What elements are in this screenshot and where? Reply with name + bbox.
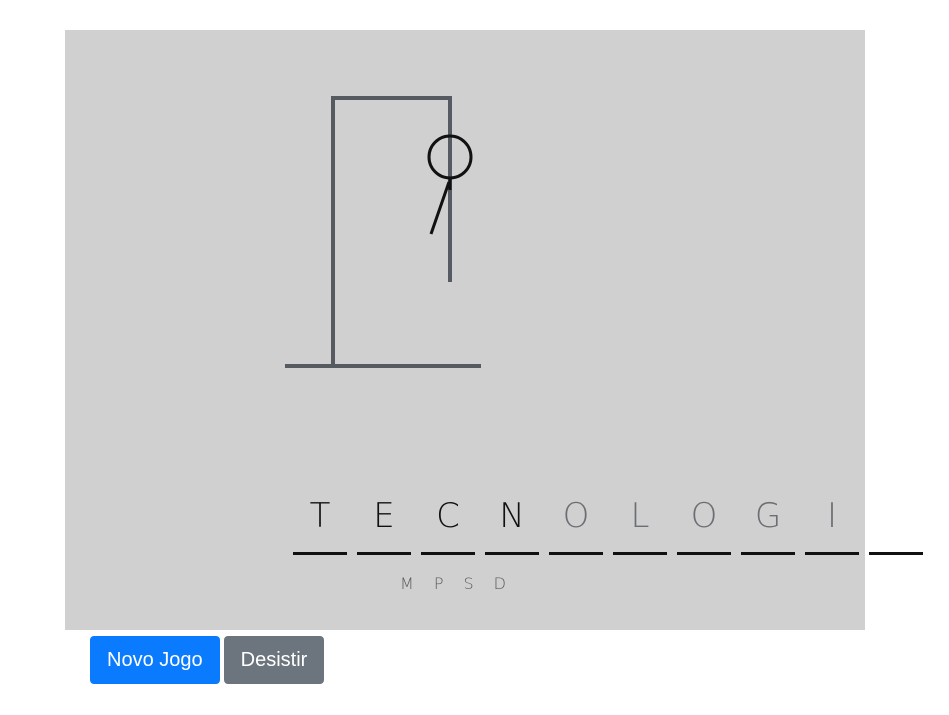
letter-underline	[613, 552, 667, 555]
letter-underline	[805, 552, 859, 555]
hangman-left-arm	[429, 181, 451, 235]
letter: C	[436, 496, 460, 536]
letter-slot: N	[485, 496, 539, 556]
letter: G	[754, 496, 782, 536]
letter-slot: C	[421, 496, 475, 556]
letter: T	[309, 496, 331, 536]
letter: L	[630, 496, 650, 536]
give-up-button[interactable]: Desistir	[223, 636, 325, 684]
letter-underline	[421, 552, 475, 555]
letter-slot: E	[357, 496, 411, 556]
letter-slot: G	[741, 496, 795, 556]
letter-slot	[869, 496, 923, 556]
game-board: TECNOLOGI MPSD	[65, 30, 923, 630]
wrong-letter: S	[463, 574, 474, 593]
word-display: TECNOLOGI	[293, 496, 933, 556]
wrong-letter: M	[400, 574, 414, 593]
letter-underline	[549, 552, 603, 555]
wrong-letter: D	[493, 574, 506, 593]
letter-underline	[869, 552, 923, 555]
letter-slot: O	[549, 496, 603, 556]
letter-underline	[357, 552, 411, 555]
letter-underline	[677, 552, 731, 555]
letter: N	[499, 496, 525, 536]
letter: E	[373, 496, 395, 536]
letter: O	[562, 496, 590, 536]
wrong-letter: P	[433, 574, 444, 593]
letter-underline	[741, 552, 795, 555]
button-bar: Novo Jogo Desistir	[90, 636, 325, 684]
letter-slot: O	[677, 496, 731, 556]
new-game-button[interactable]: Novo Jogo	[90, 636, 220, 684]
letter-slot: I	[805, 496, 859, 556]
letter: I	[826, 496, 838, 536]
letter-slot: L	[613, 496, 667, 556]
letter: O	[690, 496, 718, 536]
letter-underline	[485, 552, 539, 555]
letter-slot: T	[293, 496, 347, 556]
letter-underline	[293, 552, 347, 555]
wrong-letters: MPSD	[400, 574, 506, 593]
